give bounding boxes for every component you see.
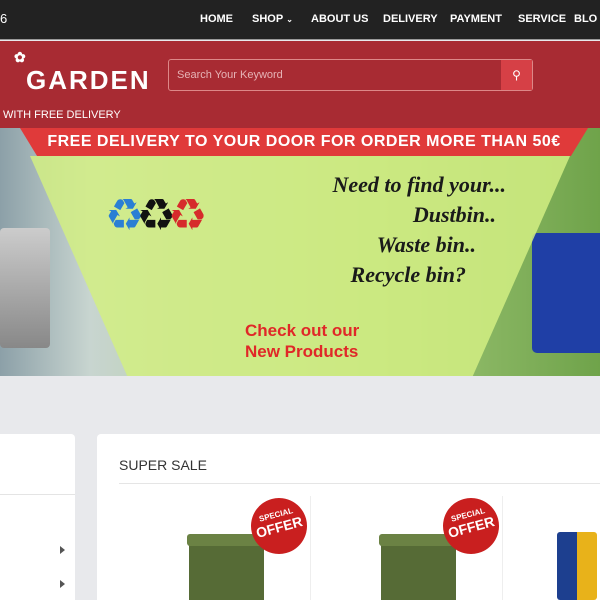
- cta-line: Check out our: [245, 321, 360, 340]
- divider: [119, 483, 600, 484]
- caret-right-icon[interactable]: [60, 580, 65, 588]
- logo[interactable]: ✿ GARDEN: [0, 49, 151, 95]
- recycle-icon: ♻♻♻: [105, 191, 207, 240]
- blue-bin-image: [532, 233, 600, 353]
- caret-right-icon[interactable]: [60, 546, 65, 554]
- logo-text: GARDEN: [26, 65, 151, 95]
- site-header: ✿ GARDEN WITH FREE DELIVERY ⚲: [0, 41, 600, 128]
- search-bar: ⚲: [168, 59, 533, 91]
- nav-payment[interactable]: PAYMENT: [450, 13, 502, 25]
- nav-service[interactable]: SERVICE: [518, 13, 566, 25]
- divider: [0, 494, 75, 495]
- nav-shop-label: SHOP: [252, 13, 284, 25]
- product-card[interactable]: SPECIAL OFFER: [311, 491, 506, 600]
- leaf-icon: ✿: [14, 49, 28, 65]
- category-sidebar: [0, 434, 75, 600]
- nav-home[interactable]: HOME: [200, 13, 233, 25]
- banner-line: Dustbin..: [412, 202, 496, 227]
- banner-cta[interactable]: Check out our New Products: [245, 320, 359, 362]
- banner-line: Recycle bin?: [350, 262, 466, 287]
- main-nav: HOME SHOP ⌄ ABOUT US DELIVERY PAYMENT SER…: [0, 13, 600, 27]
- divider: [502, 496, 503, 600]
- super-sale-section: SUPER SALE SPECIAL OFFER SPECIAL OFFER: [97, 434, 600, 600]
- hero-banner[interactable]: FREE DELIVERY TO YOUR DOOR FOR ORDER MOR…: [0, 128, 600, 376]
- banner-line: Waste bin..: [376, 232, 476, 257]
- chevron-down-icon: ⌄: [286, 15, 293, 24]
- search-button[interactable]: ⚲: [501, 60, 532, 90]
- top-navbar: 6 HOME SHOP ⌄ ABOUT US DELIVERY PAYMENT S…: [0, 0, 600, 40]
- search-icon: ⚲: [512, 68, 521, 82]
- metal-bin-image: [0, 228, 50, 348]
- banner-line: Need to find your...: [332, 172, 506, 197]
- nav-about-us[interactable]: ABOUT US: [311, 13, 368, 25]
- cta-line: New Products: [245, 342, 359, 361]
- search-input[interactable]: [169, 60, 502, 90]
- nav-blog[interactable]: BLO: [574, 13, 597, 25]
- delivery-ribbon: FREE DELIVERY TO YOUR DOOR FOR ORDER MOR…: [20, 128, 588, 156]
- banner-message: Need to find your... Dustbin.. Waste bin…: [296, 170, 506, 290]
- tagline: WITH FREE DELIVERY: [3, 109, 121, 121]
- section-title: SUPER SALE: [119, 457, 207, 473]
- nav-delivery[interactable]: DELIVERY: [383, 13, 438, 25]
- nav-shop[interactable]: SHOP ⌄: [252, 13, 293, 25]
- product-card[interactable]: SPECIAL OFFER: [119, 491, 314, 600]
- product-image[interactable]: [557, 532, 597, 600]
